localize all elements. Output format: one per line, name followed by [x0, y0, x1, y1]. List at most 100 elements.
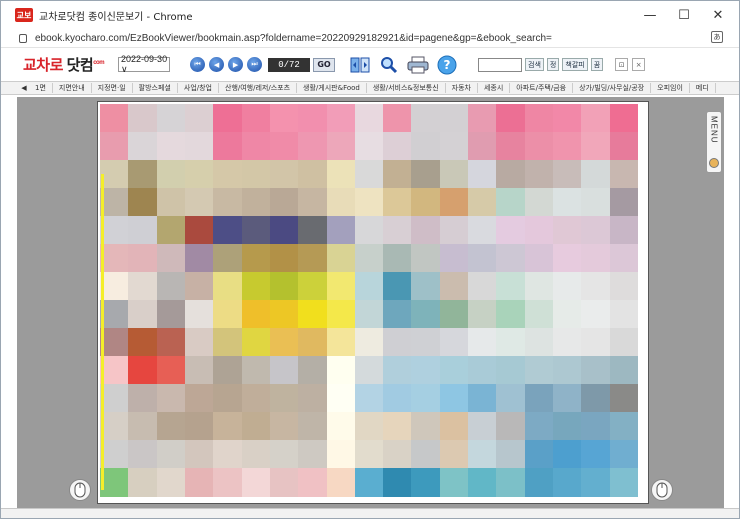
url-text[interactable]: ebook.kyocharo.com/EzBookViewer/bookmain… [35, 33, 552, 44]
print-icon[interactable] [407, 54, 429, 76]
mosaic-cell [184, 384, 214, 413]
section-item[interactable]: 세종시 [478, 83, 511, 93]
mosaic-cell [241, 188, 271, 217]
mosaic-cell [184, 216, 214, 245]
mosaic-cell [156, 468, 186, 497]
jeong-button[interactable]: 정 [546, 58, 560, 71]
section-item[interactable]: 지정면·일 [92, 83, 133, 93]
mosaic-cell [100, 188, 129, 217]
search-input[interactable] [478, 57, 523, 72]
section-item[interactable]: 팔방스페셜 [133, 83, 178, 93]
mosaic-cell [581, 132, 611, 161]
section-item[interactable]: 메디 [690, 83, 716, 93]
section-item[interactable]: 생활/게시판&Food [297, 83, 367, 93]
mosaic-cell [298, 440, 328, 469]
mosaic-cell [269, 272, 299, 301]
section-item[interactable]: 산행/여행/레저/스포츠 [219, 83, 298, 93]
mosaic-cell [581, 384, 611, 413]
mosaic-cell [439, 328, 469, 357]
mosaic-cell [553, 440, 582, 469]
mosaic-cell [326, 188, 356, 217]
section-item[interactable]: 사업/창업 [178, 83, 219, 93]
mosaic-cell [326, 384, 356, 413]
mosaic-cell [411, 384, 441, 413]
minimize-button[interactable]: — [633, 1, 667, 29]
section-prev-icon[interactable]: ◀ [19, 84, 29, 92]
site-logo[interactable]: 교차로 닷컴com [23, 54, 105, 75]
mosaic-cell [553, 272, 582, 301]
mosaic-cell [411, 468, 441, 497]
mosaic-cell [354, 216, 384, 245]
section-item[interactable]: 자동차 [446, 83, 478, 93]
close-button[interactable]: ✕ [701, 1, 735, 29]
mosaic-cell [100, 244, 129, 273]
mosaic-cell [609, 300, 639, 329]
mosaic-cell [524, 300, 554, 329]
section-item[interactable]: 1면 [29, 83, 53, 93]
mosaic-cell [439, 300, 469, 329]
mosaic-cell [468, 328, 497, 357]
translate-icon[interactable]: あ [711, 31, 723, 43]
lock-icon [19, 33, 27, 43]
maximize-button[interactable]: ☐ [667, 1, 701, 29]
prev-page-icon[interactable]: ◀ [209, 57, 225, 72]
mosaic-cell [326, 356, 356, 385]
mosaic-cell [184, 468, 214, 497]
close-viewer-button[interactable]: × [632, 58, 646, 71]
mosaic-cell [184, 440, 214, 469]
mosaic-cell [524, 244, 554, 273]
mosaic-cell [298, 160, 328, 189]
mosaic-cell [354, 160, 384, 189]
mosaic-cell [213, 440, 243, 469]
section-item[interactable]: 아파트/주택/금융 [510, 83, 574, 93]
viewer-area: MENU [17, 97, 724, 508]
newspaper-page[interactable] [97, 101, 649, 504]
section-item[interactable]: 생활/서비스&정보통신 [367, 83, 446, 93]
mouse-left-icon[interactable] [69, 479, 91, 501]
go-button[interactable]: GO [313, 57, 336, 72]
page-indicator[interactable]: 0/72 [268, 57, 311, 72]
section-item[interactable]: 상가/빌딩/사무실/공장 [573, 83, 652, 93]
section-item[interactable]: 지면안내 [53, 83, 92, 93]
mosaic-cell [269, 356, 299, 385]
last-page-icon[interactable]: ⏭ [247, 57, 263, 72]
next-page-icon[interactable]: ▶ [228, 57, 244, 72]
mosaic-cell [354, 384, 384, 413]
mosaic-cell [128, 188, 158, 217]
mosaic-cell [411, 132, 441, 161]
address-bar[interactable]: ebook.kyocharo.com/EzBookViewer/bookmain… [1, 29, 739, 47]
mosaic-cell [411, 244, 441, 273]
mosaic-cell [609, 412, 639, 441]
date-select[interactable]: 2022-09-30 ∨ [118, 54, 171, 74]
browser-window: 교보 교차로닷컴 종이신문보기 - Chrome — ☐ ✕ ebook.kyo… [0, 0, 740, 519]
restore-view-button[interactable]: ⊡ [615, 58, 629, 71]
zoom-icon[interactable] [378, 54, 400, 76]
help-icon[interactable]: ? [436, 54, 458, 76]
mosaic-cell [156, 104, 186, 133]
mosaic-cell [609, 160, 639, 189]
mosaic-cell [496, 384, 526, 413]
mosaic-cell [468, 188, 497, 217]
section-nav: ◀ 1면 지면안내 지정면·일 팔방스페셜 사업/창업 산행/여행/레저/스포츠 생활/게시… [1, 81, 739, 95]
mosaic-cell [581, 244, 611, 273]
mouse-right-icon[interactable] [651, 479, 673, 501]
mosaic-cell [553, 188, 582, 217]
mosaic-cell [383, 384, 412, 413]
search-button[interactable]: 검색 [525, 58, 544, 71]
bookmark-button[interactable]: 책갈피 [562, 58, 588, 71]
mosaic-cell [241, 132, 271, 161]
mosaic-cell [581, 160, 611, 189]
section-item[interactable]: 오피임이 [651, 83, 690, 93]
mosaic-cell [468, 160, 497, 189]
mosaic-cell [128, 412, 158, 441]
kkum-button[interactable]: 꿈 [590, 58, 604, 71]
menu-label: MENU [709, 116, 719, 144]
mosaic-cell [496, 440, 526, 469]
first-page-icon[interactable]: ⏮ [190, 57, 206, 72]
mosaic-cell [213, 272, 243, 301]
menu-tab[interactable]: MENU [706, 111, 722, 173]
spread-view-icon[interactable] [349, 54, 371, 76]
mosaic-cell [553, 468, 582, 497]
mosaic-cell [213, 188, 243, 217]
mosaic-cell [298, 272, 328, 301]
